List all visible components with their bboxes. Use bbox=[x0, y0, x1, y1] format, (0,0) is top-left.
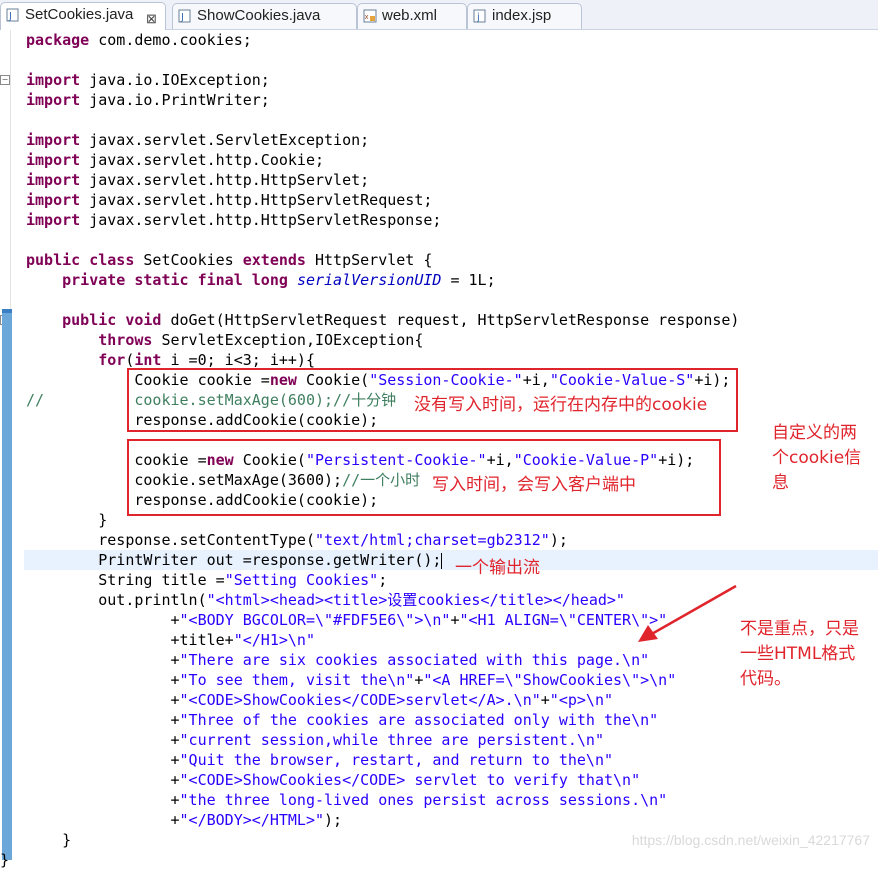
code-line: +"Three of the cookies are associated on… bbox=[170, 711, 659, 729]
code-line: out.println("<html><head><title>设置cookie… bbox=[98, 591, 625, 609]
code-line: +"<CODE>ShowCookies</CODE>servlet</A>.\n… bbox=[170, 691, 614, 709]
code-line: public class SetCookies extends HttpServ… bbox=[26, 251, 433, 269]
jsp-file-icon: j bbox=[473, 9, 486, 23]
code-line: +"Quit the browser, restart, and return … bbox=[170, 751, 614, 769]
tab-label: SetCookies.java bbox=[25, 6, 134, 23]
tab-label: index.jsp bbox=[492, 7, 552, 24]
tab-label: web.xml bbox=[382, 7, 438, 24]
svg-text:J: J bbox=[8, 11, 12, 22]
java-file-icon: J bbox=[178, 9, 191, 23]
code-line: +"<CODE>ShowCookies</CODE> servlet to ve… bbox=[170, 771, 641, 789]
annotation-arrow-icon bbox=[638, 584, 737, 642]
watermark: https://blog.csdn.net/weixin_42217767 bbox=[631, 832, 870, 848]
code-line: import javax.servlet.ServletException; bbox=[26, 131, 370, 149]
tab-web-xml[interactable]: x web.xml bbox=[357, 3, 467, 29]
code-line: import java.io.IOException; bbox=[26, 71, 270, 89]
tab-label: ShowCookies.java bbox=[197, 7, 321, 24]
svg-text:J: J bbox=[180, 12, 184, 23]
xml-file-icon: x bbox=[363, 9, 377, 23]
text-cursor bbox=[441, 552, 443, 569]
output-stream-note: 一个输出流 bbox=[455, 558, 540, 578]
current-code-line: PrintWriter out =response.getWriter(); bbox=[24, 550, 878, 570]
code-line: package com.demo.cookies; bbox=[26, 31, 252, 49]
persistent-cookie-note: 写入时间，会写入客户端中 bbox=[432, 475, 636, 495]
code-line: private static final long serialVersionU… bbox=[62, 271, 496, 289]
code-line: throws ServletException,IOException{ bbox=[98, 331, 424, 349]
code-line: import javax.servlet.http.HttpServlet; bbox=[26, 171, 370, 189]
quick-diff-ruler bbox=[2, 313, 12, 860]
tab-index-jsp[interactable]: j index.jsp bbox=[467, 3, 582, 29]
code-line: import javax.servlet.http.HttpServletRes… bbox=[26, 211, 442, 229]
tab-setcookies-java[interactable]: J SetCookies.java ⊠ bbox=[0, 2, 166, 30]
code-line: for(int i =0; i<3; i++){ bbox=[98, 351, 315, 369]
fold-collapse-icon[interactable]: − bbox=[0, 75, 10, 85]
code-line: } bbox=[0, 851, 10, 869]
code-line: import javax.servlet.http.Cookie; bbox=[26, 151, 325, 169]
code-line: +"current session,while three are persis… bbox=[170, 731, 604, 749]
code-line: response.setContentType("text/html;chars… bbox=[98, 531, 568, 549]
code-line: +"the three long-lived ones persist acro… bbox=[170, 791, 668, 809]
code-line: String title ="Setting Cookies"; bbox=[98, 571, 388, 589]
code-line: import javax.servlet.http.HttpServletReq… bbox=[26, 191, 433, 209]
svg-text:j: j bbox=[476, 12, 480, 23]
code-line: +"</BODY></HTML>"); bbox=[170, 811, 343, 829]
custom-cookies-note: 自定义的两 个cookie信 息 bbox=[772, 423, 862, 493]
code-line: import java.io.PrintWriter; bbox=[26, 91, 270, 109]
java-file-icon: J bbox=[6, 8, 19, 22]
html-code-note: 不是重点，只是 一些HTML格式 代码。 bbox=[740, 619, 859, 689]
editor-tab-bar: J SetCookies.java ⊠ J ShowCookies.java x… bbox=[0, 0, 878, 30]
tab-showcookies-java[interactable]: J ShowCookies.java bbox=[172, 3, 357, 29]
code-line: public void doGet(HttpServletRequest req… bbox=[62, 311, 740, 329]
close-tab-icon[interactable]: ⊠ bbox=[146, 7, 157, 31]
session-cookie-note: 没有写入时间，运行在内存中的cookie bbox=[414, 395, 708, 415]
svg-text:x: x bbox=[365, 13, 369, 21]
